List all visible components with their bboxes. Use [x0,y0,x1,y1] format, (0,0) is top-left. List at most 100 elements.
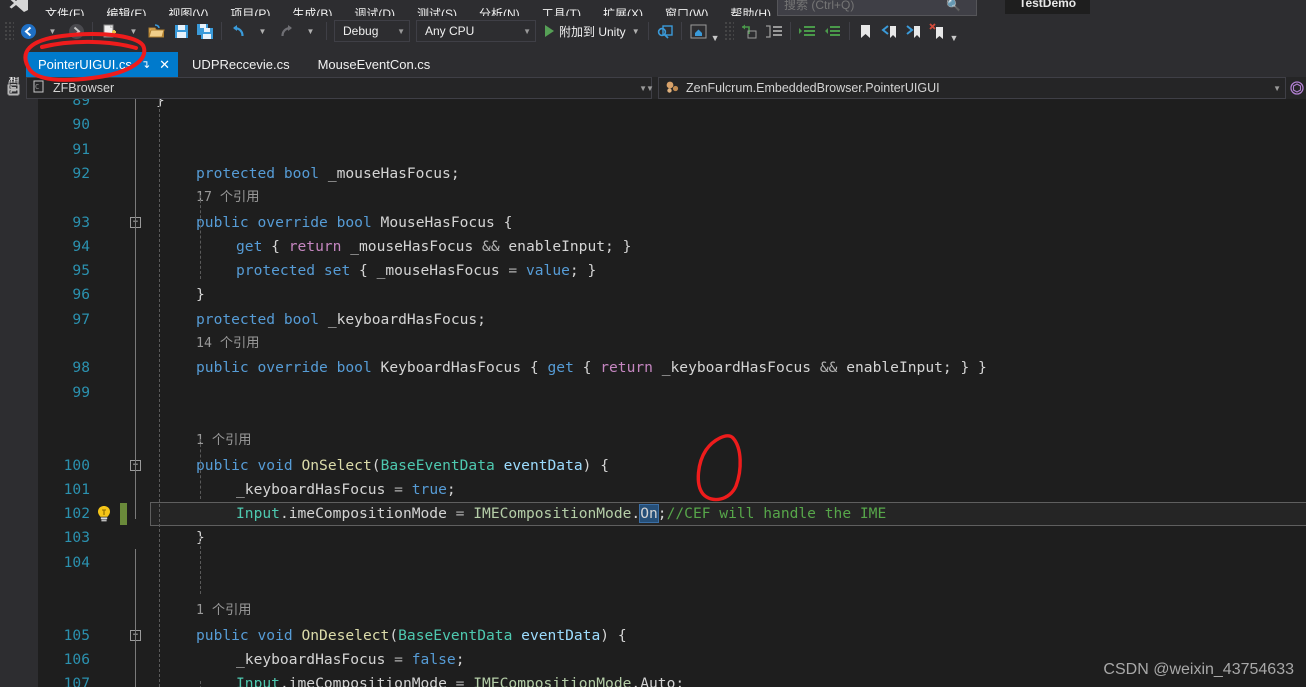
next-bookmark-icon[interactable] [902,19,926,43]
token: ; [455,650,465,668]
menu-item-8[interactable]: 工具(T) [531,8,592,16]
search-icon[interactable]: 🔍 [946,0,961,12]
menu-items: 文件(F) 编辑(E) 视图(V) 项目(P) 生成(B) 调试(D) 测试(S) 分析(N)… [34,4,782,16]
menu-item-0[interactable]: 文件(F) [34,8,95,16]
lightbulb-icon[interactable] [94,504,114,524]
code-line[interactable]: 90 [38,113,1306,137]
selected-text[interactable]: On [639,504,659,524]
menu-item-3[interactable]: 项目(P) [219,8,281,16]
menu-item-4[interactable]: 生成(B) [281,8,343,16]
code-line[interactable]: 94 get { return _mouseHasFocus && enableI… [38,235,1306,259]
solution-configuration-combo[interactable]: Debug ▼ [334,20,410,42]
code-line[interactable]: 102 Input.imeCompositionMode = IMEComposi… [38,502,1306,527]
navbar-symbol-combo[interactable]: ZenFulcrum.EmbeddedBrowser.PointerUIGUI … [658,77,1286,99]
visual-studio-logo-icon [0,0,34,16]
code-line[interactable]: 104 [38,551,1306,575]
toolbar-grip[interactable] [4,21,14,41]
code-line[interactable]: 1 个引用 [38,429,1306,453]
code-editor[interactable]: 89} 90 91 92 protected bool _mouseHasFocus; 1… [26,99,1306,687]
code-line[interactable]: 105−public void OnDeselect(BaseEventData… [38,624,1306,648]
toolbar-overflow-icon-2[interactable]: ▼ [950,33,959,43]
token: { [609,626,627,644]
menu-item-11[interactable]: 帮助(H) [719,8,782,16]
navbar-member-chevron-icon[interactable]: ▼ [646,84,654,93]
bookmark-icon[interactable] [854,19,878,43]
code-line[interactable]: 101 _keyboardHasFocus = true; [38,478,1306,502]
code-line[interactable]: 93−public override bool MouseHasFocus { [38,211,1306,235]
codelens-reference-count[interactable]: 1 个引用 [196,599,251,623]
code-line[interactable] [38,575,1306,599]
codelens-reference-count[interactable]: 14 个引用 [196,332,259,356]
save-all-button[interactable] [193,19,217,43]
menu-item-10[interactable]: 窗口(W) [654,8,719,16]
previous-bookmark-icon[interactable] [878,19,902,43]
code-line[interactable] [38,405,1306,429]
clear-bookmark-icon[interactable] [926,19,950,43]
token: override [257,213,328,231]
code-line[interactable]: 91 [38,138,1306,162]
code-line[interactable]: 92 protected bool _mouseHasFocus; [38,162,1306,186]
token: ( [371,456,381,474]
code-text: _keyboardHasFocus = true; [236,478,456,502]
home-icon[interactable] [686,19,711,43]
solution-platform-combo[interactable]: Any CPU ▼ [416,20,536,42]
redo-dropdown[interactable]: ▼ [298,19,322,43]
code-line[interactable]: 1 个引用 [38,599,1306,623]
menu-item-7[interactable]: 分析(N) [468,8,531,16]
save-button[interactable] [169,19,193,43]
document-tab-0[interactable]: PointerUIGUI.cs ↴ ✕ [26,52,179,77]
menu-item-6[interactable]: 测试(S) [406,8,468,16]
code-line[interactable]: 98 public override bool KeyboardHasFocus … [38,356,1306,380]
document-tab-1[interactable]: UDPReccevie.cs [178,52,304,77]
toolbar-separator [92,22,93,40]
new-item-button[interactable] [97,19,121,43]
navigate-backward-dropdown[interactable]: ▼ [40,19,64,43]
line-number: 97 [72,310,90,328]
code-line[interactable]: 99 [38,381,1306,405]
menu-item-1[interactable]: 编辑(E) [95,8,157,16]
pin-icon[interactable]: ↴ [141,58,150,71]
code-line[interactable]: 14 个引用 [38,332,1306,356]
navigate-forward-button[interactable] [64,19,88,43]
code-line[interactable]: 97 protected bool _keyboardHasFocus; [38,308,1306,332]
new-item-dropdown[interactable]: ▼ [121,19,145,43]
code-line[interactable]: 103} [38,526,1306,550]
attach-to-unity-button[interactable]: 附加到 Unity ▼ [539,19,644,43]
code-text: get { return _mouseHasFocus && enableInp… [236,235,631,259]
undo-dropdown[interactable]: ▼ [250,19,274,43]
navbar-project-combo[interactable]: C ZFBrowser ▼ [26,77,652,99]
outdent-icon[interactable] [820,19,845,43]
toolbar-overflow-icon[interactable]: ▼ [711,33,720,43]
nuget-icon[interactable] [1290,81,1304,98]
search-code-icon[interactable] [653,19,677,43]
code-text: public override bool KeyboardHasFocus { … [196,356,987,380]
editor-left-margin [26,99,38,687]
document-tab-2[interactable]: MouseEventCon.cs [303,52,445,77]
menu-item-5[interactable]: 调试(D) [343,8,406,16]
code-line[interactable]: 96} [38,283,1306,307]
step-over-icon[interactable] [736,19,761,43]
change-marker [120,503,127,526]
code-line[interactable]: 17 个引用 [38,186,1306,210]
open-file-button[interactable] [145,19,169,43]
codelens-reference-count[interactable]: 17 个引用 [196,186,259,210]
navigate-backward-button[interactable] [16,19,40,43]
step-into-icon[interactable] [761,19,786,43]
toolbar-grip-2[interactable] [723,21,734,41]
close-icon[interactable]: ✕ [159,57,170,73]
search-box[interactable]: 🔍 [777,0,977,16]
line-number: 105 [63,626,90,644]
indent-icon[interactable] [795,19,820,43]
code-line[interactable]: 95 protected set { _mouseHasFocus = value… [38,259,1306,283]
code-line[interactable]: 100−public void OnSelect(BaseEventData e… [38,454,1306,478]
menu-item-9[interactable]: 扩展(X) [592,8,654,16]
chevron-down-icon[interactable]: ▼ [632,27,640,36]
menu-item-2[interactable]: 视图(V) [157,8,219,16]
search-input[interactable] [778,0,946,15]
code-text-area[interactable]: 89} 90 91 92 protected bool _mouseHasFocus; 1… [38,99,1306,687]
codelens-reference-count[interactable]: 1 个引用 [196,429,251,453]
undo-button[interactable] [226,19,250,43]
redo-button[interactable] [274,19,298,43]
code-line[interactable]: 89} [38,99,1306,113]
